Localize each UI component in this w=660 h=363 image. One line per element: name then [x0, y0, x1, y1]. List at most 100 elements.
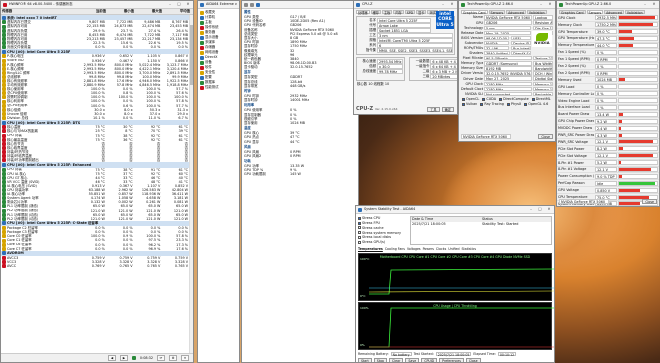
scrollbar-thumb[interactable]: [190, 25, 193, 85]
sensor-row[interactable]: PWR_SRC Power Draw 4.3 W: [557, 132, 659, 140]
checkbox[interactable]: [358, 231, 361, 235]
back-icon[interactable]: [244, 2, 248, 7]
tab-2[interactable]: Advanced: [506, 10, 526, 15]
tab-0[interactable]: Graphics Card: [559, 10, 586, 15]
graph-tab[interactable]: Statistics: [461, 247, 476, 251]
sensor-row[interactable]: PerfCap Reason Idle: [557, 180, 659, 188]
table-row[interactable]: 2025/7/21 18:00:05 Stability Test: Starte…: [411, 222, 551, 227]
close-icon[interactable]: ✕: [185, 2, 191, 6]
tech-check[interactable]: PhysX: [506, 102, 521, 106]
sensor-row[interactable]: Fan 2 Speed (RPM) 0 RPM: [557, 70, 659, 78]
close-icon[interactable]: ✕: [546, 207, 552, 211]
sensor-row[interactable]: Board Power Draw 13.4 W: [557, 111, 659, 119]
sensor-row[interactable]: Fan 1 Speed (RPM) 0 RPM: [557, 56, 659, 64]
tab-2[interactable]: Advanced: [604, 10, 624, 15]
sensor-row[interactable]: GPU Temperature (Hot Spot)47.3 °C: [557, 36, 659, 43]
computing-check[interactable]: CUDA: [482, 97, 496, 101]
computing-check[interactable]: DirectCompute: [499, 97, 529, 101]
computing-check[interactable]: OpenCL: [462, 97, 479, 101]
card-select[interactable]: NVIDIA GeForce RTX 5060: [461, 134, 511, 139]
column-max[interactable]: 最大值: [135, 9, 163, 14]
ok-button[interactable]: 确定: [441, 107, 454, 112]
hwinfo-sensor-list[interactable]: 系统: Intel xxxx 7 0 IntelRT 虚拟内存已提交 9,807 M…: [1, 15, 189, 353]
sensor-row[interactable]: 8-Pin #1 Power 5.2 W: [557, 160, 659, 167]
minimize-icon[interactable]: –: [528, 207, 534, 211]
sensor-row[interactable]: Fan 1 Speed (%) 0 %: [557, 49, 659, 57]
minimize-icon[interactable]: –: [642, 2, 648, 6]
sensors-card-select[interactable]: NVIDIA GeForce RTX 5060: [559, 199, 609, 204]
close-sensors-button[interactable]: ✕: [181, 355, 189, 361]
checkbox[interactable]: [358, 216, 361, 220]
aida64-nav-tree[interactable]: 收藏夹 计算机 主板 操作系统 服务器 显示设备 多媒体 存储器 网络设备 DirectX 设备 软件…: [198, 9, 239, 91]
checkbox[interactable]: [358, 226, 361, 230]
checkbox[interactable]: [482, 97, 486, 101]
tab-1[interactable]: Sensors: [488, 10, 506, 15]
graph-tab[interactable]: Cooling Fans: [385, 247, 405, 251]
nav-forward-button[interactable]: ▶: [119, 355, 128, 361]
info-row[interactable]: 显存带宽 448 GB/s: [242, 84, 358, 88]
close-icon[interactable]: ✕: [651, 2, 657, 6]
tab-0[interactable]: Graphics Card: [461, 10, 488, 15]
stability-button-3[interactable]: Save: [405, 358, 420, 362]
close-icon[interactable]: ✕: [547, 2, 553, 6]
sensor-row[interactable]: 封装/环功率限制超出 否 否 否 否: [1, 158, 189, 163]
stress-option[interactable]: Stress GPU(s): [358, 240, 408, 245]
sensor-row[interactable]: Video Engine Load 0 %: [557, 98, 659, 105]
maximize-icon[interactable]: □: [537, 207, 543, 211]
checkbox[interactable]: [358, 221, 361, 225]
sensor-row[interactable]: Division 总线 10.1 % 0.0 % 11.0 % 6.7 %: [1, 116, 189, 120]
minimize-icon[interactable]: –: [167, 2, 173, 6]
checkbox[interactable]: [462, 97, 465, 101]
sensor-row[interactable]: GPU Load 0 %: [557, 84, 659, 91]
checkbox[interactable]: [524, 102, 528, 106]
column-avg[interactable]: 平均值: [163, 9, 191, 14]
nav-back-button[interactable]: ◀: [107, 355, 116, 361]
sensor-row[interactable]: 页面文件使用量 0.0 % 0.0 % 0.0 % 0.0 %: [1, 45, 189, 49]
maximize-icon[interactable]: □: [176, 2, 182, 6]
stability-button-0[interactable]: Start: [358, 358, 372, 362]
graph-tab[interactable]: Voltages: [407, 247, 421, 251]
close-icon[interactable]: ✕: [449, 2, 455, 6]
tab-4[interactable]: SPD: [404, 10, 416, 15]
checkbox[interactable]: [531, 97, 535, 101]
checkbox[interactable]: [358, 240, 361, 244]
stability-button-6[interactable]: Close: [465, 358, 481, 362]
checkbox[interactable]: [480, 102, 484, 106]
tab-1[interactable]: 缓存: [370, 10, 381, 15]
graph-tab[interactable]: Temperatures: [358, 247, 383, 251]
sensor-row[interactable]: Memory Temperature 44.0 °C: [557, 43, 659, 50]
info-row[interactable]: GPU 功耗限制 145 W: [242, 172, 358, 176]
checkbox[interactable]: [358, 236, 361, 240]
stability-button-5[interactable]: Preferences: [439, 358, 464, 362]
checkbox[interactable]: [499, 97, 503, 101]
tech-check[interactable]: Vulkan: [462, 102, 477, 106]
refresh-icon[interactable]: [256, 2, 260, 7]
tab-5[interactable]: 显卡: [416, 10, 427, 15]
settings-button[interactable]: ⚙: [169, 355, 177, 361]
tab-1[interactable]: Sensors: [586, 10, 604, 15]
sensor-row[interactable]: 8-Pin #1 Voltage 12.1 V: [557, 167, 659, 174]
sensor-row[interactable]: PL2 功率限制 (动态) 121.0 W 121.0 W 121.0 W 121.0 …: [1, 217, 189, 221]
tree-item[interactable]: 性能测试: [200, 85, 237, 90]
checkbox[interactable]: [462, 102, 465, 106]
sensor-row[interactable]: Power Consumption (%)9.0 % TDP: [557, 173, 659, 181]
tools-button[interactable]: 工具: [427, 107, 440, 112]
reset-button[interactable]: ⟳: [157, 355, 165, 361]
minimize-icon[interactable]: –: [538, 2, 544, 6]
info-row[interactable]: 显卡驱动 32.0.15.7652: [242, 65, 358, 69]
sensor-row[interactable]: Memory Clock 1750.2 MHz: [557, 22, 659, 29]
info-row[interactable]: 显存时钟 14001 MHz: [242, 98, 358, 102]
sensor-row[interactable]: Fan 2 Speed (%) 0 %: [557, 63, 659, 71]
tab-3[interactable]: Validation: [624, 10, 645, 15]
sensor-row[interactable]: MVDDC Power Draw 2.4 W: [557, 125, 659, 133]
computing-check[interactable]: DirectML: [531, 97, 551, 101]
stability-button-2[interactable]: Clear: [389, 358, 404, 362]
sensor-row[interactable]: GPU Chip Power Draw 9.2 W: [557, 118, 659, 126]
graph-tab[interactable]: Clocks: [436, 247, 446, 251]
gpuz-sensors-close-button[interactable]: Close: [642, 199, 657, 204]
stability-button-4[interactable]: CPUID: [421, 358, 438, 362]
minimize-icon[interactable]: –: [440, 2, 446, 6]
column-min[interactable]: 最小值: [107, 9, 135, 14]
sensor-row[interactable]: PCIe Slot Voltage 12.1 V: [557, 153, 659, 160]
graph-tab[interactable]: Powers: [423, 247, 434, 251]
